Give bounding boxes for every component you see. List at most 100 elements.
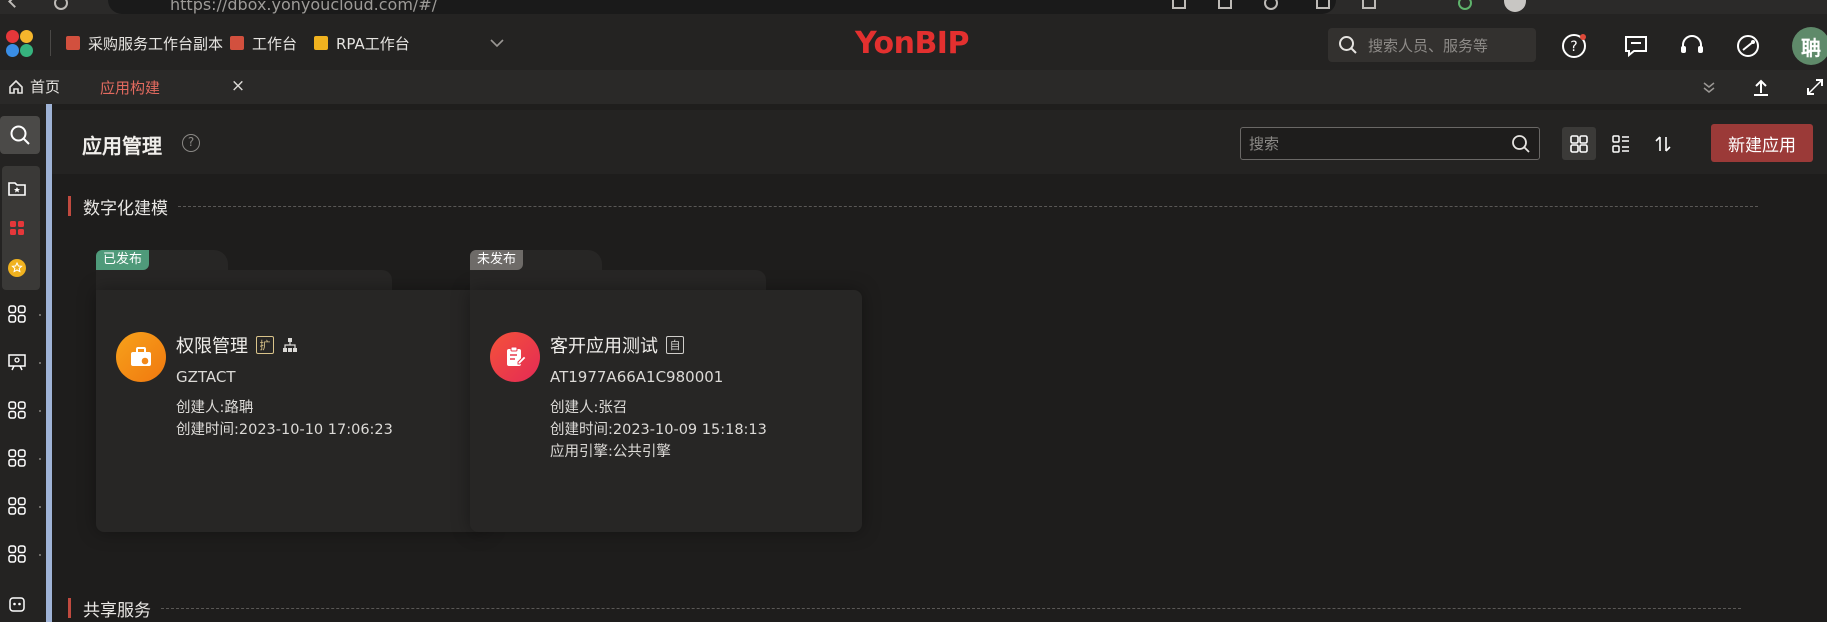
rail-dot <box>39 410 41 412</box>
workbench-icon <box>66 36 80 50</box>
home-icon <box>9 79 23 94</box>
app-creator: 创建人:张召 <box>550 400 628 416</box>
rpa-icon <box>314 36 328 50</box>
extension-icon[interactable] <box>1172 0 1186 9</box>
app-engine: 应用引擎:公共引擎 <box>550 444 671 460</box>
page-title: 应用管理 <box>82 134 162 158</box>
rail-search-button[interactable] <box>0 116 40 154</box>
app-name: 客开应用测试 <box>550 336 658 357</box>
customer-service-icon[interactable] <box>1678 32 1706 60</box>
app-name-row: 客开应用测试 自 <box>550 332 684 358</box>
app-created-time: 创建时间:2023-10-09 15:18:13 <box>550 422 767 438</box>
card-body <box>470 290 862 532</box>
sort-button[interactable] <box>1646 127 1680 160</box>
star-app-icon[interactable] <box>7 258 27 278</box>
tab-home[interactable]: 首页 <box>8 76 60 97</box>
tab-app-builder[interactable]: 应用构建 <box>82 70 252 104</box>
svg-text:?: ? <box>1570 39 1577 55</box>
section-header: 共享服务 <box>68 596 1741 621</box>
workbench-label: 工作台 <box>252 34 298 53</box>
section-accent <box>68 598 71 618</box>
workbench-tab[interactable]: 工作台 <box>230 32 297 54</box>
app-search-input[interactable] <box>1249 134 1489 153</box>
tab-home-label: 首页 <box>30 78 61 96</box>
close-icon[interactable]: × <box>230 78 246 95</box>
assistant-icon[interactable] <box>1734 32 1762 60</box>
back-icon[interactable] <box>8 0 21 8</box>
toolbox-icon <box>131 347 151 366</box>
workbench-label: 采购服务工作台副本 <box>88 34 224 53</box>
new-app-button[interactable]: 新建应用 <box>1711 124 1813 162</box>
extension-tag: 扩 <box>256 336 274 354</box>
avatar[interactable]: 聃 <box>1792 27 1827 65</box>
upload-icon[interactable] <box>1752 78 1770 96</box>
section-title: 数字化建模 <box>83 198 168 219</box>
app-grid-icon[interactable] <box>7 544 27 564</box>
robot-icon[interactable] <box>7 594 27 614</box>
help-icon[interactable]: ? <box>182 134 200 152</box>
search-icon[interactable] <box>1511 134 1531 154</box>
app-grid-icon[interactable] <box>7 496 27 516</box>
main-content: 应用管理 ? 新建应用 数字化建模 已发布 权限管理 扩 <box>52 110 1827 622</box>
sort-icon <box>1655 135 1671 152</box>
workbench-label: RPA工作台 <box>336 34 410 53</box>
rail-dot <box>39 458 41 460</box>
app-card[interactable]: 已发布 权限管理 扩 GZTACT 创建人:路聃 创建时间:2023-10-10… <box>96 250 488 532</box>
rail-dot <box>39 314 41 316</box>
search-icon <box>10 125 30 145</box>
grid-view-icon <box>1570 134 1588 153</box>
app-grid-icon[interactable] <box>7 448 27 468</box>
workbench-tab[interactable]: 采购服务工作台副本 <box>66 32 223 54</box>
chevron-down-icon[interactable] <box>490 36 504 50</box>
app-grid-icon[interactable] <box>7 218 27 238</box>
section-divider <box>178 205 1758 207</box>
app-code: GZTACT <box>176 368 236 386</box>
browser-chrome: https://dbox.yonyoucloud.com/#/ <box>0 0 1827 14</box>
app-card[interactable]: 未发布 客开应用测试 自 AT1977A66A1C980001 创建人:张召 创… <box>470 250 862 532</box>
message-icon[interactable] <box>1622 32 1650 60</box>
rail-dot <box>39 506 41 508</box>
app-created-time: 创建时间:2023-10-10 17:06:23 <box>176 422 393 438</box>
section-title: 共享服务 <box>83 600 151 621</box>
global-search-input[interactable]: 搜索人员、服务等 <box>1328 28 1536 62</box>
list-view-button[interactable] <box>1604 127 1638 160</box>
app-logo-icon[interactable] <box>6 30 36 60</box>
org-structure-icon <box>283 338 297 352</box>
presentation-icon[interactable] <box>7 352 27 372</box>
divider <box>50 30 51 56</box>
clipboard-edit-icon <box>507 346 527 366</box>
workbench-icon <box>230 36 244 50</box>
workbench-tab[interactable]: RPA工作台 <box>314 32 410 54</box>
top-navigation-bar: 采购服务工作台副本 工作台 RPA工作台 YonBIP 搜索人员、服务等 ? 聃 <box>0 14 1827 70</box>
section-accent <box>68 196 71 216</box>
global-search-placeholder: 搜索人员、服务等 <box>1368 36 1489 55</box>
page-header: 应用管理 ? 新建应用 <box>52 110 1827 174</box>
rail-dot <box>39 362 41 364</box>
split-screen-icon[interactable] <box>1316 0 1330 9</box>
fullscreen-icon[interactable] <box>1806 78 1824 96</box>
status-badge: 已发布 <box>96 250 150 270</box>
app-creator: 创建人:路聃 <box>176 400 254 416</box>
address-url[interactable]: https://dbox.yonyoucloud.com/#/ <box>170 0 437 14</box>
favorites-icon[interactable] <box>1362 0 1376 9</box>
list-view-icon <box>1612 134 1629 153</box>
card-body <box>96 290 488 532</box>
chevron-double-down-icon[interactable] <box>1700 78 1718 96</box>
section-header: 数字化建模 <box>68 194 1758 219</box>
card-view-button[interactable] <box>1562 127 1596 160</box>
section-divider <box>161 607 1741 609</box>
app-search-field[interactable] <box>1240 127 1540 160</box>
app-grid-icon[interactable] <box>7 400 27 420</box>
reload-icon[interactable] <box>54 0 68 10</box>
status-badge: 未发布 <box>470 250 524 270</box>
app-grid-icon[interactable] <box>7 304 27 324</box>
favorites-folder-icon[interactable] <box>7 178 27 198</box>
brand-logo: YonBIP <box>855 26 969 61</box>
extension-icon[interactable] <box>1218 0 1232 9</box>
app-icon <box>490 332 540 382</box>
app-icon <box>116 332 166 382</box>
profile-icon[interactable] <box>1504 0 1526 12</box>
browser-essentials-icon[interactable] <box>1458 0 1472 10</box>
tab-app-builder-label: 应用构建 <box>100 78 161 97</box>
help-center-icon[interactable]: ? <box>1560 32 1588 60</box>
